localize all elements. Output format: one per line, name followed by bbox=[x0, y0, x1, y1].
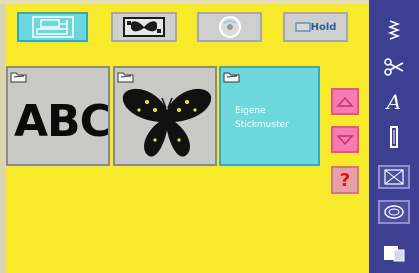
sidebar-item-quilt[interactable] bbox=[378, 165, 410, 189]
sewing-machine-icon bbox=[31, 16, 74, 38]
my-designs-label-line1: Eigene bbox=[235, 106, 266, 116]
arrow-down-icon bbox=[336, 134, 354, 145]
file-folder-icon bbox=[384, 246, 405, 262]
straight-stitch-icon bbox=[387, 20, 401, 40]
embroidery-selection-screen: Hold ABC Eigene Stickmuster ? A bbox=[0, 0, 419, 273]
folder-icon bbox=[10, 72, 27, 83]
tab-disk[interactable] bbox=[197, 12, 262, 42]
scroll-down-button[interactable] bbox=[331, 126, 359, 153]
sidebar-item-buttonholes[interactable] bbox=[378, 125, 410, 149]
screen-top-edge bbox=[0, 0, 419, 4]
folder-icon bbox=[223, 72, 240, 83]
tab-usb-stick[interactable]: Hold bbox=[283, 12, 348, 42]
help-button[interactable]: ? bbox=[331, 166, 359, 194]
usb-stick-icon bbox=[294, 22, 311, 32]
usb-tab-label: Hold bbox=[310, 21, 337, 33]
alphabet-tile-label: ABC bbox=[14, 96, 110, 147]
buttonhole-icon bbox=[390, 126, 398, 148]
butterfly-icon bbox=[122, 88, 212, 157]
scissors-icon bbox=[384, 58, 404, 76]
sidebar-item-alphabets[interactable]: A bbox=[378, 90, 410, 114]
alphabet-icon: A bbox=[386, 90, 402, 114]
my-designs-label: Eigene Stickmuster bbox=[235, 104, 289, 132]
disk-icon bbox=[218, 16, 241, 38]
scroll-up-button[interactable] bbox=[331, 88, 359, 115]
sidebar-item-stitches[interactable] bbox=[378, 18, 410, 42]
arrow-up-icon bbox=[336, 96, 354, 107]
help-icon: ? bbox=[339, 169, 351, 191]
butterfly-designs-tile[interactable] bbox=[113, 66, 217, 166]
butterfly-hoop-icon bbox=[123, 17, 165, 37]
my-designs-label-line2: Stickmuster bbox=[235, 120, 289, 130]
function-sidebar: A bbox=[369, 0, 419, 273]
sidebar-item-embroidery[interactable] bbox=[378, 200, 410, 224]
quilt-stitch-icon bbox=[384, 169, 404, 185]
alphabet-designs-tile[interactable]: ABC bbox=[6, 66, 110, 166]
sidebar-item-files[interactable] bbox=[378, 241, 410, 265]
my-designs-tile[interactable]: Eigene Stickmuster bbox=[219, 66, 320, 166]
tab-embroidery-designs[interactable] bbox=[111, 12, 177, 42]
sidebar-item-edit[interactable] bbox=[378, 55, 410, 79]
embroidery-hoop-icon bbox=[384, 205, 404, 219]
tab-sewing-machine[interactable] bbox=[17, 12, 88, 42]
